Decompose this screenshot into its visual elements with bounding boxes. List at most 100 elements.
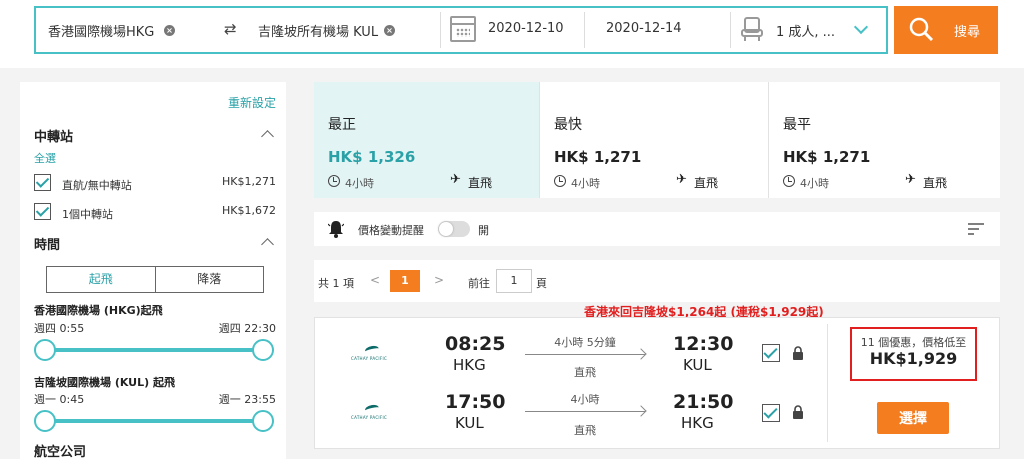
search-button-label: 搜尋 <box>954 25 981 40</box>
collapse-times-icon[interactable] <box>261 238 274 251</box>
price-alert-label: 價格變動提醒 <box>358 224 424 237</box>
price-alert-state: 開 <box>478 224 489 237</box>
bell-icon <box>328 221 344 238</box>
slider-end-handle[interactable] <box>252 410 274 432</box>
search-button[interactable]: 搜尋 <box>894 6 998 54</box>
calendar-icon[interactable] <box>450 16 476 42</box>
arrival-code: HKG <box>681 414 714 432</box>
seat-checkbox[interactable] <box>762 404 780 422</box>
time-group-title: 香港國際機場 (HKG)起飛 <box>34 304 163 317</box>
filter-panel: 重新設定 中轉站 全選 直航/無中轉站 HK$1,271 1個中轉站 HK$1,… <box>20 82 286 459</box>
destination-input[interactable]: 吉隆坡所有機場 KUL <box>258 21 378 40</box>
offer-count: 11 個優惠，價格低至 <box>860 336 967 349</box>
airline-logo-text: CATHAY PACIFIC <box>351 415 388 420</box>
reset-filters-link[interactable]: 重新設定 <box>228 94 276 111</box>
arrival-time: 21:50 <box>673 391 734 413</box>
offer-summary: 11 個優惠，價格低至 HK$1,929 <box>850 327 977 381</box>
pagination: 共 1 項 < 1 > 前往 1 頁 <box>314 260 1000 302</box>
tab-title: 最快 <box>554 117 582 133</box>
origin-input[interactable]: 香港國際機場HKG <box>48 21 154 40</box>
tab-best[interactable]: 最正 HK$ 1,326 4小時 ✈ 直飛 <box>314 82 540 198</box>
plane-icon: ✈ <box>450 172 461 187</box>
lock-icon <box>793 405 803 419</box>
airline-logo: CATHAY PACIFIC <box>351 403 395 425</box>
divider <box>440 12 441 48</box>
plane-icon: ✈ <box>905 172 916 187</box>
option-price: HK$1,672 <box>222 204 276 217</box>
divider <box>730 12 731 48</box>
tab-price: HK$ 1,326 <box>328 148 416 166</box>
search-box: 香港國際機場HKG × ⇄ 吉隆坡所有機場 KUL × 2020-12-10 2… <box>34 6 888 54</box>
return-date[interactable]: 2020-12-14 <box>606 21 682 36</box>
plane-icon: ✈ <box>676 172 687 187</box>
clock-icon <box>554 175 566 187</box>
departure-time: 08:25 <box>445 333 506 355</box>
sort-tabs: 最正 HK$ 1,326 4小時 ✈ 直飛 最快 HK$ 1,271 4小時 ✈… <box>314 82 1000 198</box>
tab-stop: 直飛 <box>923 176 948 190</box>
price-alert-bar: 價格變動提醒 開 <box>314 212 1000 246</box>
stops-title: 中轉站 <box>34 130 74 145</box>
price-alert-toggle[interactable] <box>438 221 470 237</box>
clear-origin-icon[interactable]: × <box>164 25 175 36</box>
tab-cheapest[interactable]: 最平 HK$ 1,271 4小時 ✈ 直飛 <box>769 82 998 198</box>
range-start: 週四 0:55 <box>34 322 85 335</box>
airline-title: 航空公司 <box>34 445 87 459</box>
arrival-code: KUL <box>683 356 712 374</box>
airline-logo-text: CATHAY PACIFIC <box>351 356 388 361</box>
flight-stop: 直飛 <box>574 366 596 379</box>
airline-logo: CATHAY PACIFIC <box>351 344 395 366</box>
clock-icon <box>328 175 340 187</box>
time-group-title: 吉隆坡國際機場 (KUL) 起飛 <box>34 376 175 389</box>
arrival-time: 12:30 <box>673 333 734 355</box>
current-page[interactable]: 1 <box>390 270 420 292</box>
offer-price: HK$1,929 <box>869 349 958 368</box>
tab-title: 最正 <box>328 117 356 133</box>
flight-duration: 4小時 <box>570 393 600 406</box>
sort-icon[interactable] <box>968 223 984 235</box>
prev-page-button[interactable]: < <box>370 273 380 287</box>
total-count: 共 1 項 <box>318 277 354 290</box>
flight-stop: 直飛 <box>574 424 596 437</box>
tab-arrival[interactable]: 降落 <box>156 267 264 292</box>
range-start: 週一 0:45 <box>34 393 85 406</box>
time-mode-toggle: 起飛 降落 <box>46 266 264 293</box>
slider-start-handle[interactable] <box>34 410 56 432</box>
seat-checkbox[interactable] <box>762 344 780 362</box>
checkbox-nonstop[interactable] <box>34 174 51 191</box>
tab-departure[interactable]: 起飛 <box>47 267 156 292</box>
clear-destination-icon[interactable]: × <box>384 25 395 36</box>
slider-start-handle[interactable] <box>34 339 56 361</box>
route-arrow <box>525 354 645 355</box>
tab-duration: 4小時 <box>800 177 829 190</box>
tab-fastest[interactable]: 最快 HK$ 1,271 4小時 ✈ 直飛 <box>540 82 769 198</box>
depart-date[interactable]: 2020-12-10 <box>488 21 564 36</box>
next-page-button[interactable]: > <box>434 273 444 287</box>
tab-stop: 直飛 <box>468 176 493 190</box>
tab-duration: 4小時 <box>345 177 374 190</box>
checkbox-one-stop[interactable] <box>34 203 51 220</box>
passenger-select[interactable]: 1 成人, ... <box>776 21 835 40</box>
route-arrow <box>525 411 645 412</box>
goto-page-input[interactable]: 1 <box>496 269 532 293</box>
flight-duration: 4小時 5分鐘 <box>554 336 616 349</box>
tab-duration: 4小時 <box>571 177 600 190</box>
tab-title: 最平 <box>783 117 811 133</box>
departure-code: HKG <box>453 356 486 374</box>
page-unit: 頁 <box>536 277 547 290</box>
swap-icon[interactable]: ⇄ <box>224 20 237 38</box>
tab-price: HK$ 1,271 <box>783 148 871 166</box>
range-end: 週四 22:30 <box>218 322 276 335</box>
search-bar: 香港國際機場HKG × ⇄ 吉隆坡所有機場 KUL × 2020-12-10 2… <box>0 0 1024 68</box>
checkbox-label: 直航/無中轉站 <box>62 179 132 192</box>
result-card: CATHAY PACIFIC 08:25 HKG 4小時 5分鐘 直飛 12:3… <box>314 317 1000 449</box>
slider-track <box>44 419 264 423</box>
lock-icon <box>793 346 803 360</box>
chevron-down-icon[interactable] <box>853 19 869 35</box>
divider <box>827 324 828 442</box>
select-button[interactable]: 選擇 <box>877 402 949 434</box>
slider-end-handle[interactable] <box>252 339 274 361</box>
airline-section: 航空公司 <box>20 437 286 459</box>
collapse-stops-icon[interactable] <box>261 130 274 143</box>
departure-code: KUL <box>455 414 484 432</box>
select-all-stops-link[interactable]: 全選 <box>34 150 56 166</box>
